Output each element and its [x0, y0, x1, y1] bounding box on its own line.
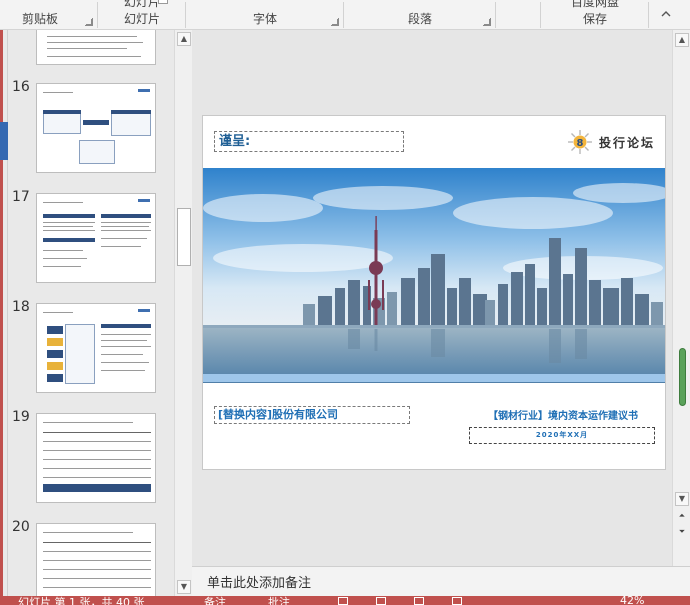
collapse-ribbon-icon[interactable] — [661, 10, 671, 17]
reading-view-icon[interactable] — [414, 597, 424, 605]
normal-view-icon[interactable] — [338, 597, 348, 605]
ribbon-group-label: 字体 — [252, 12, 277, 26]
previous-slide-icon[interactable]: ⏶ — [675, 510, 689, 522]
slide-number: 17 — [12, 189, 30, 205]
comments-toggle-button[interactable]: 批注 — [268, 596, 290, 605]
ribbon-group-paragraph[interactable]: 段落 — [344, 0, 496, 30]
slide-thumbnail[interactable] — [36, 193, 156, 283]
accent-bar — [203, 374, 665, 382]
dialog-launcher-icon[interactable] — [483, 18, 491, 26]
brand-logo: 8 投行论坛 — [567, 128, 655, 156]
slide-number: 19 — [12, 409, 30, 425]
ribbon-collapse-area[interactable] — [649, 0, 690, 30]
title-placeholder[interactable]: 谨呈: — [214, 131, 404, 152]
accent-strip — [0, 30, 3, 605]
main-vertical-scrollbar[interactable]: ▲ ▼ ⏶ ⏷ — [672, 30, 690, 566]
ribbon-group-baidu-save[interactable]: 百度网盘 保存 — [541, 0, 649, 30]
slide-number: 20 — [12, 519, 30, 535]
slide-counter: 幻灯片 第 1 张，共 40 张 — [18, 596, 145, 605]
ribbon-group-label: 保存 — [582, 12, 607, 26]
notes-toggle-button[interactable]: 备注 — [204, 596, 226, 605]
slide-sorter-icon[interactable] — [376, 597, 386, 605]
slide-thumbnail-pane[interactable]: 16 17 18 19 20 — [8, 30, 174, 596]
ribbon-group-font[interactable]: 字体 — [186, 0, 344, 30]
window-left-edge — [0, 30, 8, 605]
ribbon-group-label: 段落 — [407, 12, 432, 26]
current-slide[interactable]: 谨呈: 8 投行论坛 [替换内容]股份有限公司 【钢材行业】境内资本运作建议书 … — [202, 115, 666, 470]
slide-thumbnail[interactable] — [36, 303, 156, 393]
notes-pane[interactable]: 单击此处添加备注 — [192, 566, 690, 596]
status-bar: 幻灯片 第 1 张，共 40 张 备注 批注 42% — [0, 596, 690, 605]
slide-thumbnail[interactable] — [36, 413, 156, 503]
ribbon-group-slides[interactable]: 幻灯片 幻灯片 — [98, 0, 186, 30]
ribbon-group-clipboard[interactable]: 剪贴板 — [0, 0, 98, 30]
date-placeholder[interactable]: 2020年XX月 — [469, 427, 655, 444]
slide-thumbnail[interactable] — [36, 83, 156, 173]
scrollbar-thumb[interactable] — [177, 208, 191, 266]
thumbnail-scrollbar[interactable]: ▲ ▼ — [174, 30, 192, 596]
scroll-down-arrow-icon[interactable]: ▼ — [675, 492, 689, 506]
dialog-launcher-icon[interactable] — [331, 18, 339, 26]
document-title[interactable]: 【钢材行业】境内资本运作建议书 — [463, 407, 663, 422]
slide-number: 16 — [12, 79, 30, 95]
scroll-down-arrow-icon[interactable]: ▼ — [177, 580, 191, 594]
scrollbar-thumb[interactable] — [679, 348, 686, 406]
scroll-up-arrow-icon[interactable]: ▲ — [675, 33, 689, 47]
slide-number: 18 — [12, 299, 30, 315]
sunburst-logo-icon: 8 — [567, 130, 592, 154]
selection-marker — [0, 122, 8, 160]
slideshow-icon[interactable] — [452, 597, 462, 605]
scroll-up-arrow-icon[interactable]: ▲ — [177, 32, 191, 46]
ribbon-group-label: 剪贴板 — [22, 12, 59, 26]
zoom-level[interactable]: 42% — [620, 596, 644, 605]
brand-name: 投行论坛 — [598, 135, 655, 150]
dialog-launcher-icon[interactable] — [85, 18, 93, 26]
next-slide-icon[interactable]: ⏷ — [675, 526, 689, 538]
baidu-netdisk-button[interactable]: 百度网盘 — [541, 0, 649, 10]
company-name-placeholder[interactable]: [替换内容]股份有限公司 — [214, 406, 410, 424]
slide-edit-area[interactable]: 谨呈: 8 投行论坛 [替换内容]股份有限公司 【钢材行业】境内资本运作建议书 … — [192, 30, 672, 566]
ribbon-group-label: 幻灯片 — [123, 12, 160, 26]
layout-icon[interactable] — [158, 0, 168, 4]
ribbon: 剪贴板 幻灯片 幻灯片 字体 段落 百度网盘 保存 — [0, 0, 690, 30]
notes-placeholder[interactable]: 单击此处添加备注 — [207, 572, 311, 591]
ribbon-group-editing[interactable] — [496, 0, 541, 30]
city-skyline-photo — [203, 168, 665, 383]
powerpoint-window: 剪贴板 幻灯片 幻灯片 字体 段落 百度网盘 保存 16 17 18 19 20… — [0, 0, 690, 605]
brand-number: 8 — [577, 138, 584, 149]
slide-thumbnail[interactable] — [36, 30, 156, 65]
new-slide-label[interactable]: 幻灯片 — [98, 0, 186, 10]
slide-thumbnail[interactable] — [36, 523, 156, 596]
